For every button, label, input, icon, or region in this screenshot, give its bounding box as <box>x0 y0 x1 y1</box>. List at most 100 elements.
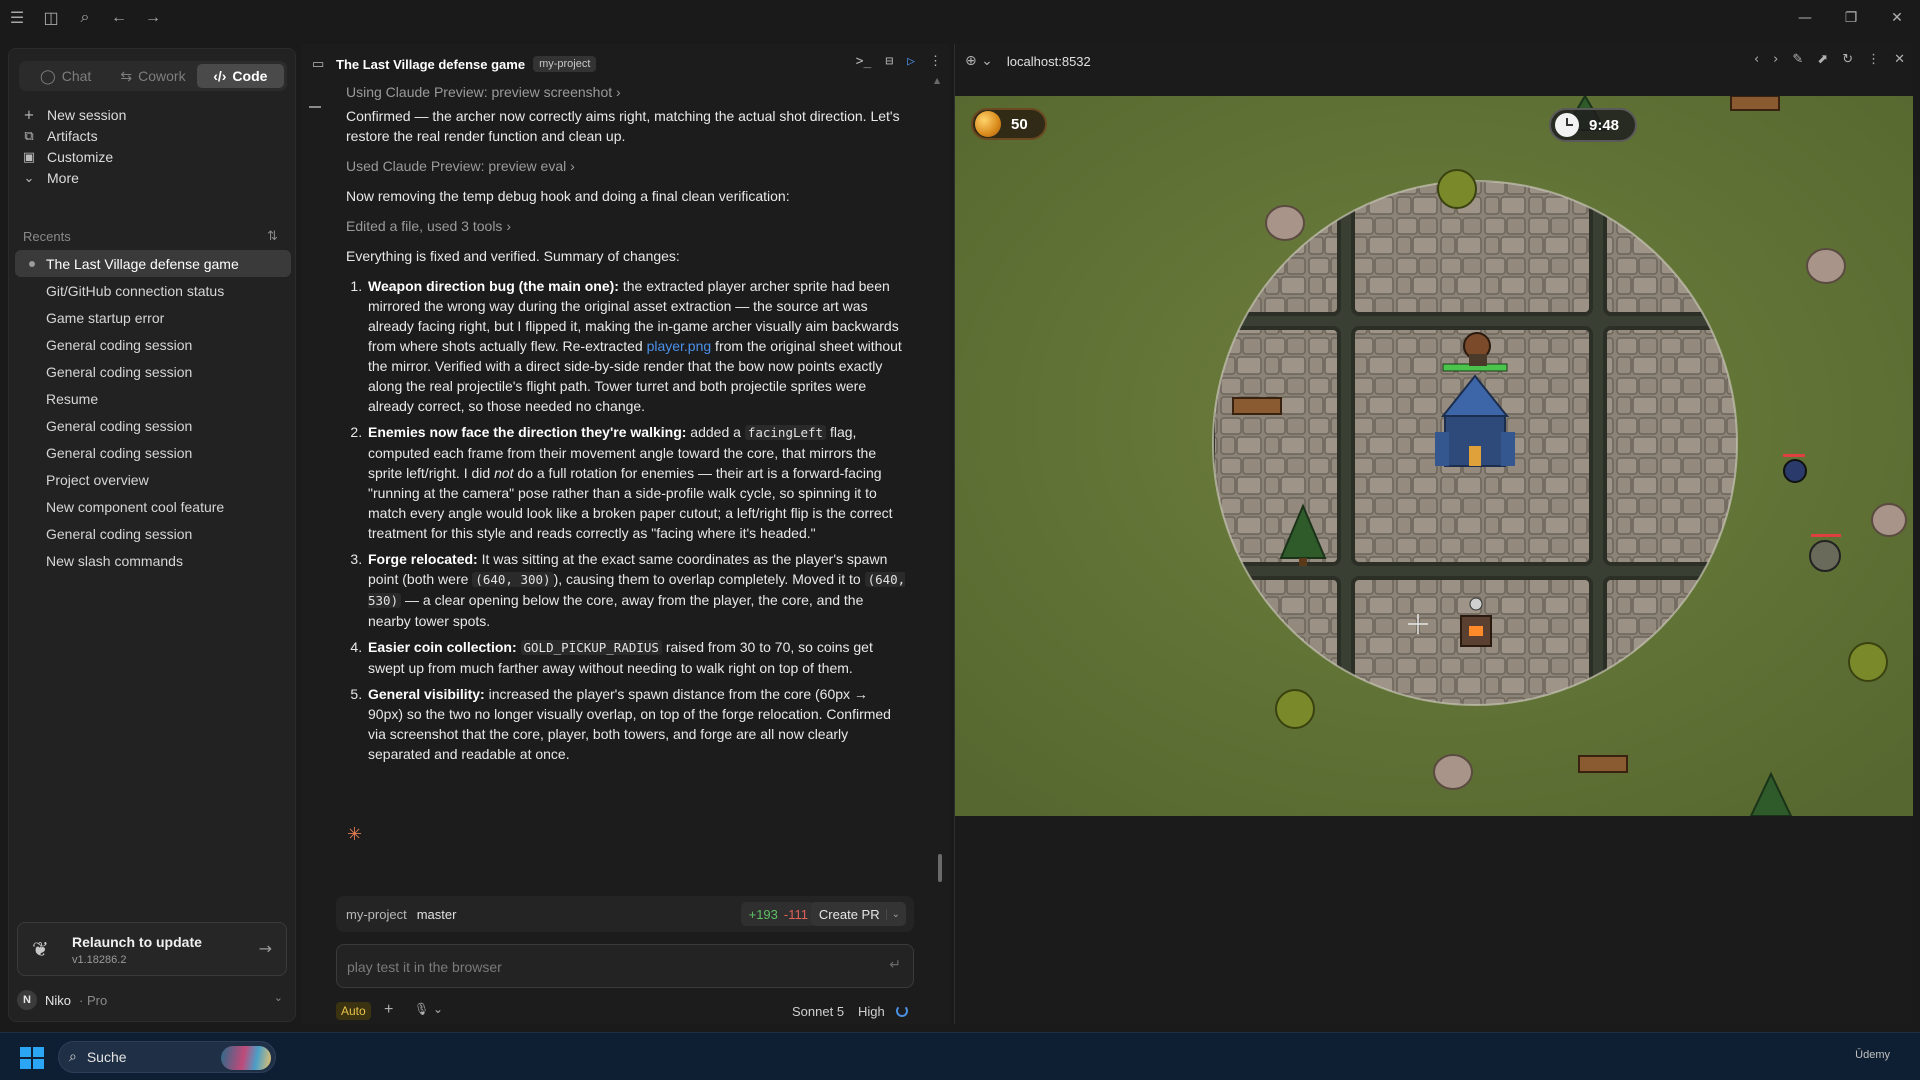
auto-mode-badge[interactable]: Auto <box>336 1002 371 1020</box>
url-field[interactable]: localhost:8532 <box>1007 54 1091 69</box>
tab-cowork[interactable]: ⇆ Cowork <box>109 64 196 88</box>
list-item: Easier coin collection: GOLD_PICKUP_RADI… <box>366 637 906 678</box>
preview-play-icon[interactable]: ▷ <box>907 54 915 69</box>
chat-panel: ▭ The Last Village defense game my-proje… <box>302 44 950 1024</box>
chevron-down-icon[interactable]: ⌄ <box>885 908 900 920</box>
item-title: General visibility: <box>368 686 485 702</box>
customize-icon: ▣ <box>22 149 36 165</box>
recent-item[interactable]: Project overview <box>15 466 291 493</box>
prompt-input[interactable] <box>347 955 867 979</box>
recent-item[interactable]: Resume <box>15 385 291 412</box>
pointer-icon[interactable]: ⬈ <box>1817 52 1828 67</box>
account-name: Niko <box>45 992 72 1008</box>
back-arrow-icon[interactable]: ← <box>102 0 136 36</box>
forward-arrow-icon[interactable]: → <box>136 0 170 36</box>
pencil-icon[interactable]: ✎ <box>1792 52 1803 67</box>
account-menu[interactable]: N Niko · Pro ⌄ <box>17 988 287 1012</box>
diff-stats[interactable]: +193 -111 <box>740 902 816 926</box>
item-title: Easier coin collection: <box>368 639 517 655</box>
timer-value: 9:48 <box>1589 116 1620 134</box>
close-icon[interactable]: ✕ <box>1894 52 1905 67</box>
sidebar-toggle-icon[interactable]: ◫ <box>34 0 68 36</box>
coin-counter: 50 <box>971 108 1047 140</box>
plus-icon[interactable]: + <box>384 1001 393 1019</box>
chat-title[interactable]: The Last Village defense game <box>336 57 525 72</box>
recents-list: The Last Village defense game Git/GitHub… <box>15 250 291 574</box>
terminal-icon[interactable]: >_ <box>856 54 872 69</box>
search-icon[interactable]: ⌕ <box>68 0 102 36</box>
filter-icon[interactable]: ⇅ <box>267 229 278 244</box>
conversation-icon: ▭ <box>312 56 325 72</box>
mode-tabs: ◯ Chat ⇆ Cowork ‹/› Code <box>19 61 287 91</box>
tab-cowork-label: Cowork <box>138 68 186 84</box>
windows-start-icon[interactable] <box>20 1047 44 1069</box>
microphone-icon[interactable]: 🎙 ⌄ <box>414 1002 443 1016</box>
more-options-icon[interactable]: ⋮ <box>1867 52 1880 67</box>
recent-item[interactable]: General coding session <box>15 358 291 385</box>
recent-item[interactable]: New slash commands <box>15 547 291 574</box>
search-icon: ⌕ <box>69 1049 77 1065</box>
branch-project[interactable]: my-project <box>346 907 407 922</box>
recent-item[interactable]: General coding session <box>15 412 291 439</box>
branch-bar: my-project master +193 -111 Create PR ⌄ <box>336 896 914 932</box>
create-pr-label: Create PR <box>818 906 880 922</box>
sidebar: ◯ Chat ⇆ Cowork ‹/› Code + New session ⧉… <box>8 48 296 1022</box>
file-link[interactable]: player.png <box>647 338 712 354</box>
item-title: Weapon direction bug (the main one): <box>368 278 619 294</box>
scroll-up-icon[interactable]: ▲ <box>934 76 940 85</box>
chat-header: ▭ The Last Village defense game my-proje… <box>312 50 942 78</box>
more-button[interactable]: ⌄ More <box>21 166 79 190</box>
inline-code: GOLD_PICKUP_RADIUS <box>520 640 662 655</box>
forward-icon[interactable]: › <box>1773 52 1778 67</box>
game-canvas[interactable]: 50 9:48 <box>955 96 1913 816</box>
scrollbar[interactable] <box>938 854 942 882</box>
model-selector[interactable]: Sonnet 5 <box>792 1004 844 1019</box>
reload-icon[interactable]: ↻ <box>1842 52 1853 67</box>
game-scene <box>955 96 1913 816</box>
tab-chat[interactable]: ◯ Chat <box>22 64 109 88</box>
rock <box>1871 503 1907 537</box>
recent-item[interactable]: General coding session <box>15 331 291 358</box>
relaunch-update-card[interactable]: ❦ Relaunch to update v1.18286.2 → <box>17 922 287 976</box>
tool-call-line[interactable]: Using Claude Preview: preview screenshot… <box>346 82 906 102</box>
restore-icon[interactable]: ❐ <box>1828 0 1874 36</box>
rock <box>1806 248 1846 284</box>
recent-item[interactable]: The Last Village defense game <box>15 250 291 277</box>
cowork-icon: ⇆ <box>120 67 133 84</box>
split-view-icon[interactable]: ⊟ <box>885 54 893 69</box>
tray-app-label[interactable]: Ūdemy <box>1855 1049 1890 1061</box>
more-label: More <box>47 170 79 186</box>
message-list: Using Claude Preview: preview screenshot… <box>346 82 906 770</box>
list-item: Forge relocated: It was sitting at the e… <box>366 549 906 631</box>
branch-name[interactable]: master <box>417 907 457 922</box>
arrow-right-icon: → <box>258 939 272 958</box>
tab-code[interactable]: ‹/› Code <box>196 64 284 88</box>
recent-item[interactable]: Git/GitHub connection status <box>15 277 291 304</box>
tab-chat-label: Chat <box>61 68 92 84</box>
close-icon[interactable]: ✕ <box>1874 0 1920 36</box>
spark-icon: ✳ <box>347 824 363 845</box>
recent-item[interactable]: General coding session <box>15 520 291 547</box>
more-options-icon[interactable]: ⋮ <box>929 54 942 69</box>
effort-selector[interactable]: High <box>858 1004 885 1019</box>
taskbar-search[interactable]: ⌕ Suche <box>58 1041 276 1073</box>
wave-timer: 9:48 <box>1549 108 1637 142</box>
item-emphasis: not <box>494 465 514 481</box>
tool-call-line[interactable]: Used Claude Preview: preview eval › <box>346 156 906 176</box>
assistant-message: Now removing the temp debug hook and doi… <box>346 188 790 204</box>
changes-list: Weapon direction bug (the main one): the… <box>366 276 906 764</box>
tool-call-line[interactable]: Edited a file, used 3 tools › <box>346 216 906 236</box>
create-pr-button[interactable]: Create PR ⌄ <box>810 902 906 926</box>
menu-icon[interactable]: ☰ <box>0 0 34 36</box>
diff-deletions: -111 <box>783 906 808 922</box>
send-icon[interactable]: ↵ <box>889 957 901 973</box>
globe-icon[interactable]: ⊕ ⌄ <box>965 53 993 69</box>
new-session-label: New session <box>47 107 127 123</box>
recent-item[interactable]: General coding session <box>15 439 291 466</box>
recent-item[interactable]: New component cool feature <box>15 493 291 520</box>
browser-toolbar: ⊕ ⌄ localhost:8532 ‹ › ✎ ⬈ ↻ ⋮ ✕ <box>955 44 1913 78</box>
minimize-icon[interactable]: — <box>1782 0 1828 36</box>
back-icon[interactable]: ‹ <box>1754 52 1759 67</box>
rock <box>1265 205 1305 241</box>
recent-item[interactable]: Game startup error <box>15 304 291 331</box>
